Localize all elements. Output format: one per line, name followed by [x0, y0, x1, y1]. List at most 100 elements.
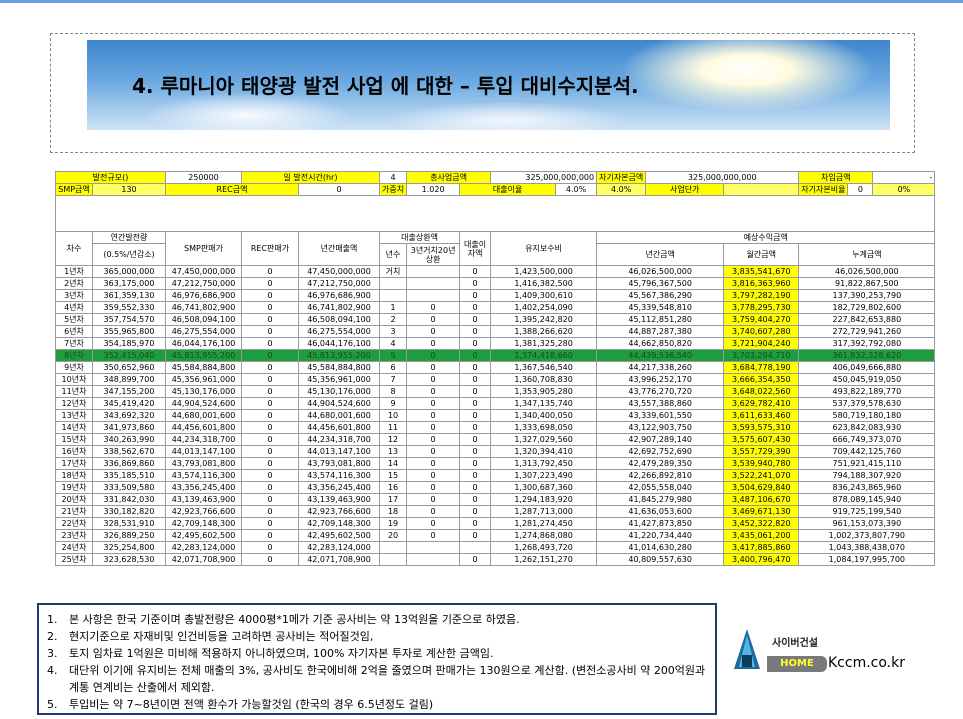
cell-annual-gen: 345,419,420 [92, 397, 166, 410]
company-logo[interactable]: 사이버건설 HOME Kccm.co.kr [720, 625, 920, 675]
cell-year: 21년차 [55, 505, 93, 518]
note-item: 2. 현지기준으로 자재비및 인건비등을 고려하면 공사비는 적어질것임, [47, 628, 707, 645]
cell-cumulative: 1,043,388,438,070 [798, 541, 936, 554]
cell-maintenance: 1,347,135,740 [490, 397, 598, 410]
table-row: 17년차 336,869,860 43,793,081,800 0 43,793,081… [55, 457, 936, 470]
cell-smp-sales: 42,283,124,000 [165, 541, 242, 554]
cell-loan-year [378, 289, 408, 302]
cell-year: 8년차 [55, 349, 93, 362]
cell-annual-gen: 331,842,030 [92, 493, 166, 506]
cell-annual-gen: 335,185,510 [92, 469, 166, 482]
cell-maintenance: 1,388,266,620 [490, 325, 598, 338]
cell-smp-sales: 43,356,245,400 [165, 481, 242, 494]
cell-monthly: 3,504,629,840 [723, 481, 800, 494]
cell-annual-gen: 350,652,960 [92, 361, 166, 374]
cell-loan-interest: 0 [459, 385, 492, 398]
cell-annual-sales: 46,741,802,900 [298, 301, 380, 314]
cell-loan-interest: 0 [459, 277, 492, 290]
cell-cumulative: 406,049,666,880 [798, 361, 936, 374]
table-row: 18년차 335,185,510 43,574,116,300 0 43,574,116… [55, 469, 936, 482]
cell-loan-grace: 0 [406, 481, 461, 494]
cell-rec-sales: 0 [241, 277, 299, 290]
cell-loan-grace: 0 [406, 529, 461, 542]
cell-monthly: 3,522,241,070 [723, 469, 800, 482]
table-row: 21년차 330,182,820 42,923,766,600 0 42,923,766… [55, 505, 936, 518]
cell-annual-gen: 330,182,820 [92, 505, 166, 518]
cell-monthly: 3,611,633,460 [723, 409, 800, 422]
col-smp-sales: SMP판매가 [165, 231, 242, 266]
table-row: 5년차 357,754,570 46,508,094,100 0 46,508,094,… [55, 313, 936, 326]
rate-label: 대출이율 [459, 183, 557, 196]
cell-maintenance: 1,360,708,830 [490, 373, 598, 386]
table-row: 16년차 338,562,670 44,013,147,100 0 44,013,147… [55, 445, 936, 458]
equity-value: 325,000,000,000 [645, 171, 800, 184]
cell-monthly: 3,684,778,190 [723, 361, 800, 374]
cell-monthly: 3,593,575,310 [723, 421, 800, 434]
cell-yearly: 42,692,752,690 [596, 445, 725, 458]
cell-rec-sales: 0 [241, 397, 299, 410]
cell-cumulative: 666,749,373,070 [798, 433, 936, 446]
cell-loan-interest: 0 [459, 325, 492, 338]
cell-rec-sales: 0 [241, 541, 299, 554]
cell-maintenance: 1,333,698,050 [490, 421, 598, 434]
cell-monthly: 3,740,607,280 [723, 325, 800, 338]
top-border [0, 0, 963, 3]
cell-rec-sales: 0 [241, 529, 299, 542]
cell-year: 16년차 [55, 445, 93, 458]
cell-yearly: 41,220,734,440 [596, 529, 725, 542]
table-row: 23년차 326,889,250 42,495,602,500 0 42,495,602… [55, 529, 936, 542]
cell-loan-grace: 0 [406, 301, 461, 314]
cell-yearly: 42,055,558,040 [596, 481, 725, 494]
cell-smp-sales: 46,508,094,100 [165, 313, 242, 326]
cell-year: 2년차 [55, 277, 93, 290]
col-rec-sales: REC판매가 [241, 231, 299, 266]
cell-annual-sales: 46,275,554,000 [298, 325, 380, 338]
cell-annual-sales: 42,283,124,000 [298, 541, 380, 554]
cell-monthly: 3,452,322,820 [723, 517, 800, 530]
table-row: 9년차 350,652,960 45,584,884,800 0 45,584,884,… [55, 361, 936, 374]
summary-row-1: 발전규모() 250000 일 발전시간(hr) 4 총사업금액 325,000… [55, 171, 936, 184]
cell-rec-sales: 0 [241, 409, 299, 422]
note-text: 본 사항은 한국 기준이며 총발전량은 4000평*1메가 기준 공사비는 약 … [69, 613, 520, 626]
cell-annual-gen: 357,754,570 [92, 313, 166, 326]
cell-annual-gen: 354,185,970 [92, 337, 166, 350]
cell-maintenance: 1,313,792,450 [490, 457, 598, 470]
cell-loan-year: 16 [378, 481, 408, 494]
logo-home-badge: HOME [767, 656, 827, 672]
col-annual-sales: 년간매출액 [298, 231, 380, 266]
cell-annual-sales: 44,680,001,600 [298, 409, 380, 422]
cell-loan-grace: 0 [406, 373, 461, 386]
equity-label: 자기자본금액 [596, 171, 647, 184]
cell-loan-grace [406, 265, 461, 278]
cell-smp-sales: 44,904,524,600 [165, 397, 242, 410]
table-row: 14년차 341,973,860 44,456,601,800 0 44,456,601… [55, 421, 936, 434]
cell-annual-sales: 42,709,148,300 [298, 517, 380, 530]
table-row: 3년차 361,359,130 46,976,686,900 0 46,976,686,… [55, 289, 936, 302]
total-label: 총사업금액 [406, 171, 492, 184]
cell-monthly: 3,666,354,350 [723, 373, 800, 386]
cell-loan-year: 6 [378, 361, 408, 374]
note-text: 현지기준으로 자재비및 인건비등을 고려하면 공사비는 적어질것임, [69, 630, 374, 643]
cell-annual-gen: 347,155,200 [92, 385, 166, 398]
cell-smp-sales: 42,709,148,300 [165, 517, 242, 530]
cell-loan-interest: 0 [459, 349, 492, 362]
cell-annual-gen: 336,869,860 [92, 457, 166, 470]
cell-yearly: 43,776,270,720 [596, 385, 725, 398]
col-loan-year: 년수 [378, 243, 408, 266]
cell-rec-sales: 0 [241, 313, 299, 326]
cell-rec-sales: 0 [241, 505, 299, 518]
cell-annual-sales: 44,234,318,700 [298, 433, 380, 446]
cell-maintenance: 1,402,254,090 [490, 301, 598, 314]
cell-annual-gen: 338,562,670 [92, 445, 166, 458]
cell-loan-year: 2 [378, 313, 408, 326]
cell-cumulative: 623,842,083,930 [798, 421, 936, 434]
cell-loan-grace: 0 [406, 397, 461, 410]
note-number: 4. [47, 664, 58, 677]
cell-loan-year: 8 [378, 385, 408, 398]
cell-cumulative: 580,719,180,180 [798, 409, 936, 422]
cell-cumulative: 91,822,867,500 [798, 277, 936, 290]
table-row: 25년차 323,628,530 42,071,708,900 0 42,071,708… [55, 553, 936, 566]
cell-loan-year: 7 [378, 373, 408, 386]
cell-annual-sales: 45,356,961,000 [298, 373, 380, 386]
cell-monthly: 3,435,061,200 [723, 529, 800, 542]
